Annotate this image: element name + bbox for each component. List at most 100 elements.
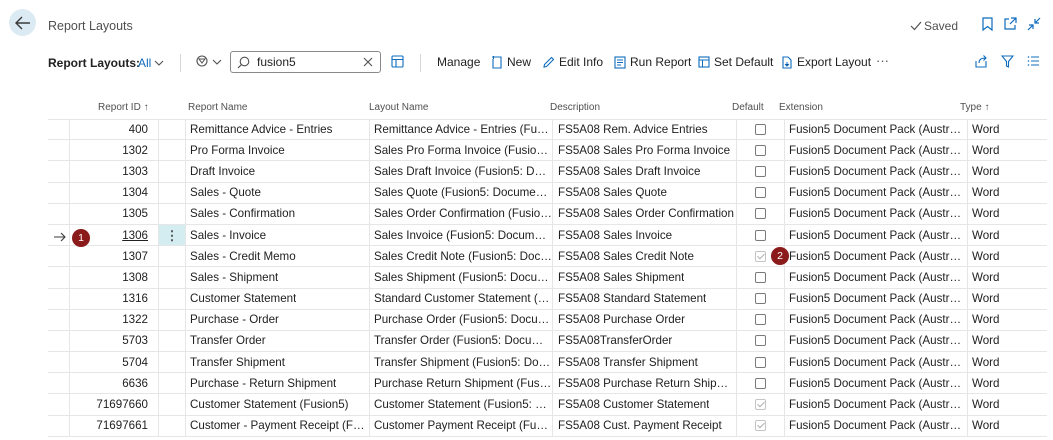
table-row[interactable]: 1306 ⋮ Sales - Invoice Sales Invoice (Fusio…	[48, 224, 1047, 247]
row-actions-menu[interactable]	[159, 267, 186, 288]
table-row[interactable]: 1303 Draft Invoice Sales Draft Invoice (Fu…	[48, 161, 1047, 183]
cell-default[interactable]	[737, 120, 785, 140]
table-row[interactable]: 1307 Sales - Credit Memo Sales Credit Note…	[48, 246, 1047, 268]
cell-default[interactable]	[737, 352, 785, 373]
cell-type[interactable]: Word	[968, 161, 1047, 181]
bookmark-icon[interactable]	[980, 17, 994, 31]
cell-report-id[interactable]: 5703	[70, 330, 159, 352]
edit-info-button[interactable]: Edit Info	[543, 55, 603, 69]
row-actions-menu[interactable]	[159, 246, 186, 267]
manage-menu-button[interactable]: Manage	[437, 55, 480, 69]
cell-extension[interactable]: Fusion5 Document Pack (Australia) ...	[785, 161, 968, 182]
close-icon[interactable]	[362, 56, 374, 68]
cell-report-id[interactable]: 6636	[70, 373, 159, 394]
cell-report-name[interactable]: Remittance Advice - Entries	[186, 120, 370, 140]
more-vertical-icon[interactable]: ⋮	[166, 229, 179, 242]
default-checkbox[interactable]	[755, 293, 766, 305]
cell-default[interactable]	[737, 182, 785, 203]
search-input[interactable]: fusion5	[230, 51, 381, 73]
cell-layout-name[interactable]: Customer Payment Receipt (Fusion5...	[370, 415, 553, 436]
cell-layout-name[interactable]: Sales Quote (Fusion5: Document Pa...	[370, 182, 553, 203]
row-selector[interactable]	[48, 182, 70, 203]
cell-extension[interactable]: Fusion5 Document Pack (Australia) ...	[785, 267, 968, 288]
cell-extension[interactable]: Fusion5 Document Pack (Australia) ...	[785, 203, 968, 224]
column-header-description[interactable]: Description	[550, 102, 600, 113]
cell-layout-name[interactable]: Sales Shipment (Fusion5: Document...	[370, 267, 553, 288]
cell-default[interactable]	[737, 373, 785, 394]
cell-report-id[interactable]: 1302	[70, 140, 159, 161]
export-layout-button[interactable]: Export Layout	[781, 55, 871, 69]
row-actions-menu[interactable]	[159, 415, 186, 436]
column-header-layout-name[interactable]: Layout Name	[369, 102, 428, 113]
cell-description[interactable]: FS5A08TransferOrder	[553, 330, 737, 352]
table-row[interactable]: 1322 Purchase - Order Purchase Order (Fusi…	[48, 309, 1047, 331]
cell-default[interactable]	[737, 203, 785, 224]
cell-extension[interactable]: Fusion5 Document Pack (Australia) ...	[785, 288, 968, 309]
table-row[interactable]: 1316 Customer Statement Standard Customer …	[48, 288, 1047, 310]
default-checkbox[interactable]	[755, 356, 766, 368]
cell-layout-name[interactable]: Customer Statement (Fusion5: Docu...	[370, 394, 553, 415]
cell-report-id[interactable]: 5704	[70, 352, 159, 373]
cell-report-name[interactable]: Sales - Confirmation	[186, 203, 370, 224]
cell-description[interactable]: FS5A08 Sales Invoice	[553, 224, 737, 246]
cell-report-name[interactable]: Pro Forma Invoice	[186, 140, 370, 161]
cell-type[interactable]: Word	[968, 183, 1047, 203]
cell-type[interactable]: Word	[968, 120, 1047, 139]
search-value[interactable]: fusion5	[257, 55, 362, 69]
default-checkbox[interactable]	[755, 314, 766, 326]
column-header-default[interactable]: Default	[732, 102, 764, 113]
share-button[interactable]	[974, 55, 988, 68]
table-row[interactable]: 71697660 Customer Statement (Fusion5) Cust…	[48, 394, 1047, 416]
cell-description[interactable]: FS5A08 Cust. Payment Receipt	[553, 415, 737, 436]
filter-pane-button[interactable]	[196, 55, 222, 68]
cell-extension[interactable]: Fusion5 Document Pack (Australia) ...	[785, 224, 968, 246]
row-selector[interactable]	[48, 120, 70, 140]
table-row[interactable]: 6636 Purchase - Return Shipment Purchase R…	[48, 373, 1047, 395]
cell-report-id[interactable]: 71697661	[70, 415, 159, 436]
row-actions-menu[interactable]	[159, 161, 186, 182]
cell-extension[interactable]: Fusion5 Document Pack (Australia) ...	[785, 246, 968, 267]
cell-type[interactable]: Word	[968, 331, 1047, 351]
cell-report-id[interactable]: 1308	[70, 267, 159, 288]
row-selector[interactable]	[48, 288, 70, 309]
row-actions-menu[interactable]: ⋮	[159, 224, 186, 246]
cell-type[interactable]: Word	[968, 310, 1047, 330]
table-row[interactable]: 5703 Transfer Order Transfer Order (Fusion…	[48, 330, 1047, 353]
cell-type[interactable]: Word	[968, 352, 1047, 372]
cell-default[interactable]	[737, 267, 785, 288]
column-header-extension[interactable]: Extension	[779, 102, 823, 113]
cell-layout-name[interactable]: Sales Invoice (Fusion5: Document P...	[370, 224, 553, 246]
cell-layout-name[interactable]: Purchase Return Shipment (Fusion5:...	[370, 373, 553, 394]
back-button[interactable]	[9, 9, 36, 36]
table-row[interactable]: 1305 Sales - Confirmation Sales Order Conf…	[48, 203, 1047, 225]
cell-type[interactable]: Word	[968, 204, 1047, 224]
cell-type[interactable]: Word	[968, 416, 1047, 436]
set-default-button[interactable]: Set Default	[698, 55, 773, 69]
edit-in-excel-button[interactable]	[391, 55, 404, 68]
row-selector[interactable]	[48, 246, 70, 267]
cell-description[interactable]: FS5A08 Sales Pro Forma Invoice	[553, 140, 737, 161]
row-selector[interactable]	[48, 309, 70, 330]
collapse-icon[interactable]	[1027, 17, 1041, 31]
default-checkbox[interactable]	[755, 271, 766, 283]
cell-report-name[interactable]: Sales - Shipment	[186, 267, 370, 288]
table-row[interactable]: 1308 Sales - Shipment Sales Shipment (Fusi…	[48, 267, 1047, 289]
row-actions-menu[interactable]	[159, 203, 186, 224]
cell-extension[interactable]: Fusion5 Document Pack (Australia) ...	[785, 309, 968, 330]
row-selector[interactable]	[48, 330, 70, 352]
cell-type[interactable]: Word	[968, 289, 1047, 309]
default-checkbox[interactable]	[755, 208, 766, 220]
cell-default[interactable]	[737, 288, 785, 309]
default-checkbox[interactable]	[755, 124, 766, 136]
cell-report-name[interactable]: Transfer Shipment	[186, 352, 370, 373]
cell-default[interactable]	[737, 415, 785, 436]
cell-report-name[interactable]: Customer Statement	[186, 288, 370, 309]
cell-report-name[interactable]: Purchase - Return Shipment	[186, 373, 370, 394]
cell-report-id[interactable]: 1322	[70, 309, 159, 330]
list-view-button[interactable]	[1027, 55, 1040, 67]
cell-default[interactable]	[737, 161, 785, 182]
cell-extension[interactable]: Fusion5 Document Pack (Australia) ...	[785, 373, 968, 394]
cell-description[interactable]: FS5A08 Sales Credit Note	[553, 246, 737, 267]
more-options-button[interactable]: ···	[876, 53, 889, 68]
cell-layout-name[interactable]: Transfer Shipment (Fusion5: Docum...	[370, 352, 553, 373]
